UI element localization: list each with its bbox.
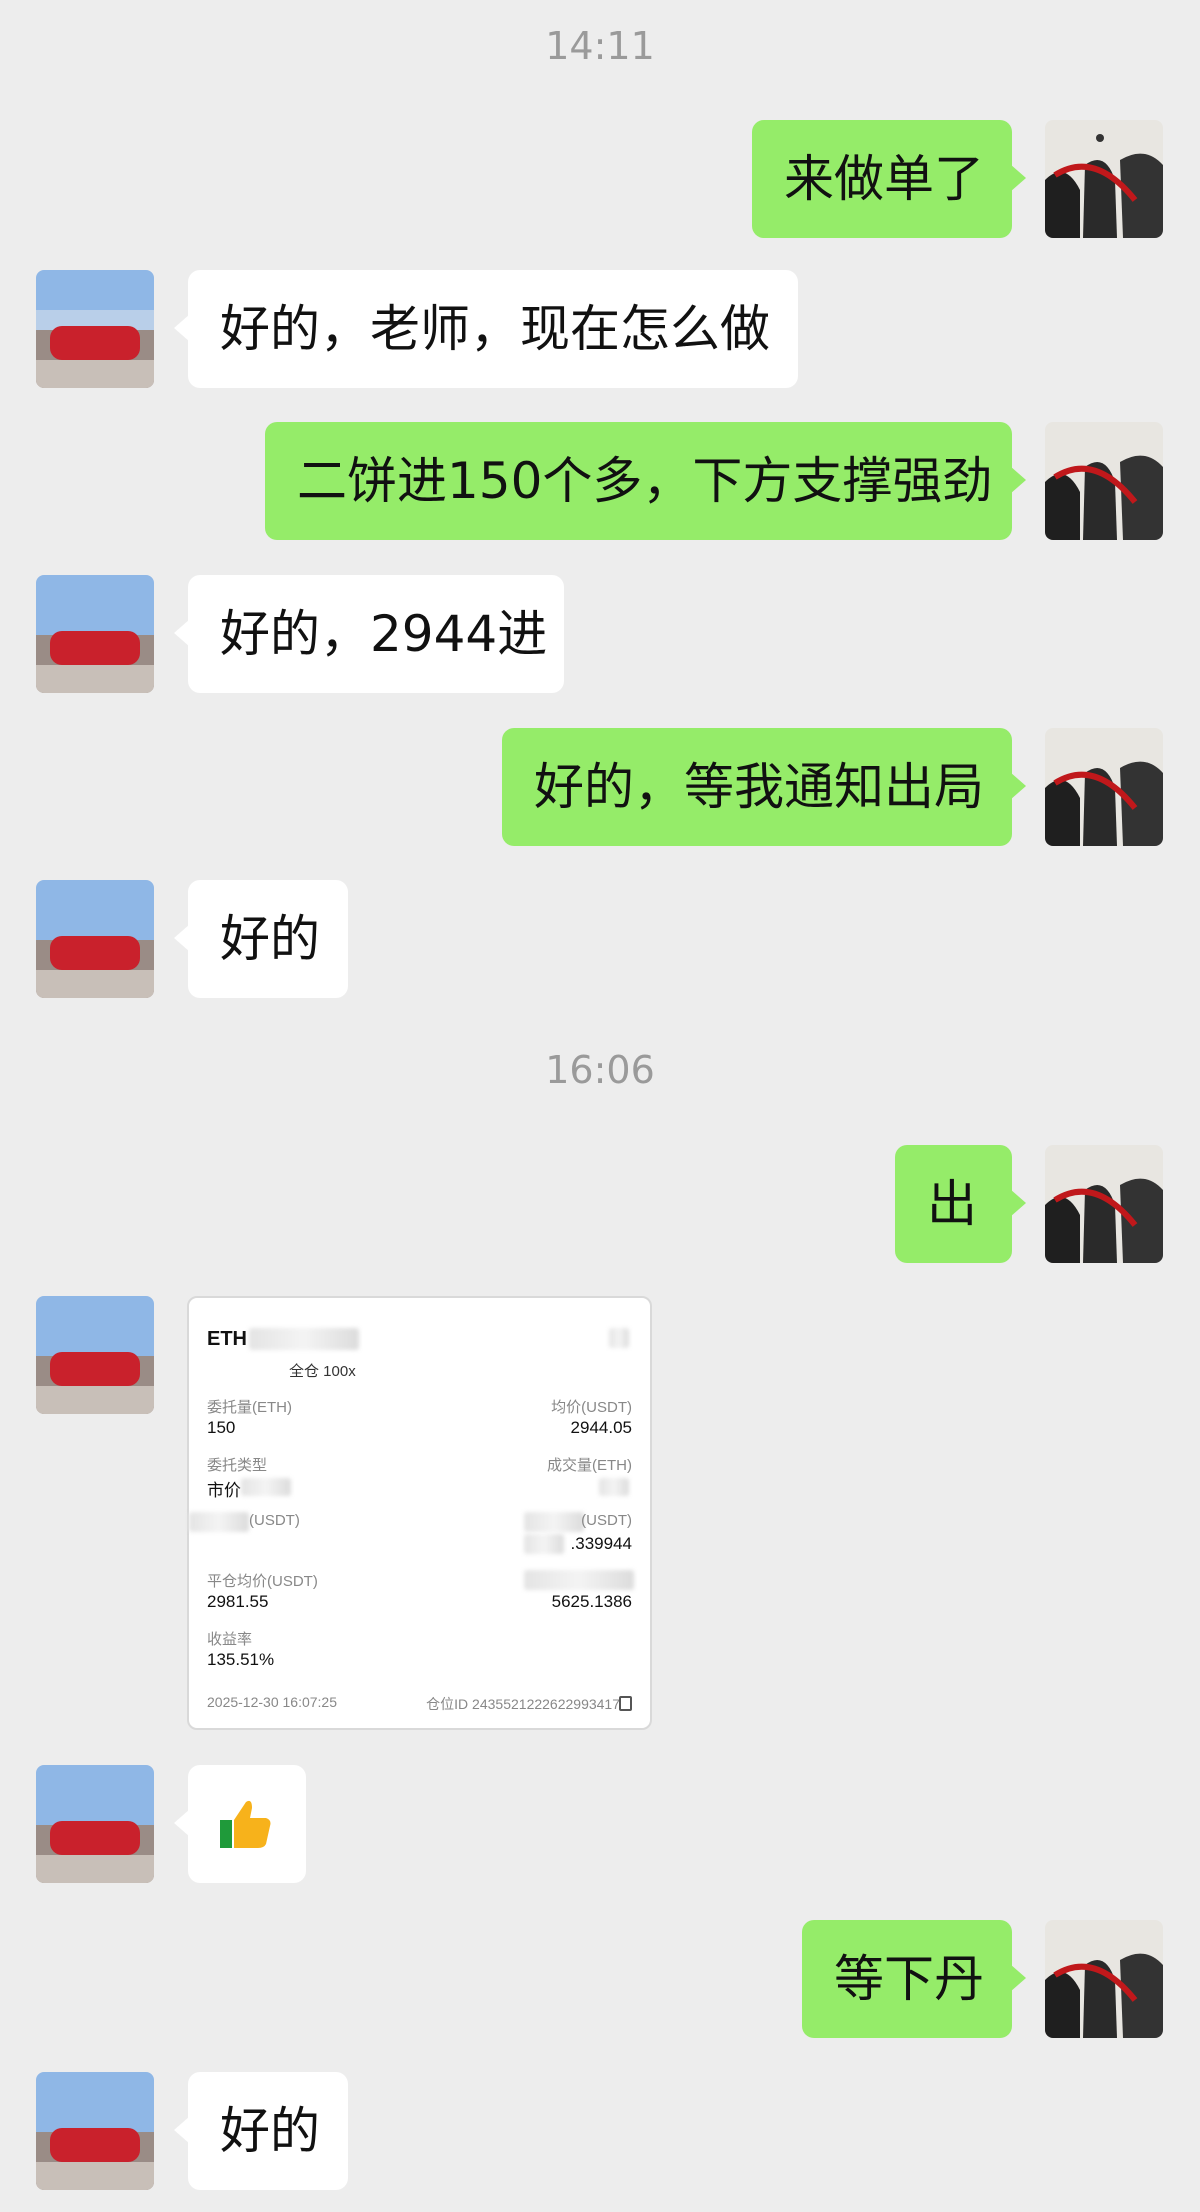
my-avatar[interactable] — [1045, 422, 1163, 540]
symbol: ETH — [207, 1328, 247, 1350]
contact-avatar[interactable] — [36, 270, 154, 388]
message-bubble-sent[interactable]: 好的，等我通知出局 — [502, 728, 1026, 846]
timestamp: 14:11 — [545, 24, 655, 68]
order-time: 2025-12-30 16:07:25 — [207, 1694, 337, 1710]
ink-painting-icon — [1045, 1145, 1163, 1263]
red-car-photo-icon — [36, 2072, 154, 2190]
thumbs-up-icon — [220, 1800, 271, 1848]
my-avatar[interactable] — [1045, 728, 1163, 846]
redacted-blur — [599, 1478, 629, 1496]
yield: 135.51% — [207, 1650, 275, 1669]
copy-icon[interactable] — [619, 1696, 632, 1711]
redacted-blur — [524, 1534, 564, 1554]
my-avatar[interactable] — [1045, 1920, 1163, 2038]
redacted-blur — [249, 1328, 359, 1350]
message-bubble-sent[interactable]: 等下丹 — [802, 1920, 1026, 2038]
message-bubble-received[interactable]: 好的，老师，现在怎么做 — [174, 270, 798, 388]
order-type-label: 委托类型 — [207, 1457, 268, 1474]
filled-label: 成交量(ETH) — [547, 1457, 632, 1474]
message-bubble-received[interactable]: 好的，2944进 — [174, 575, 564, 693]
contact-avatar[interactable] — [36, 1765, 154, 1883]
yield-label: 收益率 — [207, 1631, 253, 1648]
redacted-blur — [524, 1570, 634, 1590]
message-bubble-sent[interactable]: 二饼进150个多，下方支撑强劲 — [265, 422, 1026, 540]
order-type: 市价 — [207, 1481, 241, 1500]
position-id: 仓位ID 2435521222622993417 — [426, 1696, 620, 1712]
redacted-blur — [609, 1328, 629, 1348]
message-bubble-sent[interactable]: 出 — [895, 1145, 1026, 1263]
message-bubble-received[interactable]: 好的 — [174, 2072, 348, 2190]
order-screenshot-card[interactable]: ETH 全仓 100x 委托量(ETH) 150 均价(USDT) 2944.0… — [187, 1296, 652, 1730]
redacted-blur — [241, 1478, 291, 1496]
message-bubble-sent[interactable]: 来做单了 — [752, 120, 1026, 238]
pnl-label: (USDT) — [581, 1512, 632, 1529]
ink-painting-icon — [1045, 728, 1163, 846]
redacted-blur — [524, 1512, 584, 1532]
red-car-photo-icon — [36, 880, 154, 998]
contact-avatar[interactable] — [36, 1296, 154, 1414]
message-bubble-received[interactable]: 好的 — [174, 880, 348, 998]
ink-painting-icon — [1045, 422, 1163, 540]
contact-avatar[interactable] — [36, 575, 154, 693]
order-qty-label: 委托量(ETH) — [207, 1399, 292, 1416]
contact-avatar[interactable] — [36, 880, 154, 998]
message-bubble-received[interactable] — [174, 1765, 306, 1883]
order-qty: 150 — [207, 1418, 236, 1437]
close-avg: 2981.55 — [207, 1592, 269, 1611]
red-car-photo-icon — [36, 575, 154, 693]
fee-label: (USDT) — [249, 1512, 300, 1529]
open-avg: 2944.05 — [570, 1418, 632, 1437]
red-car-photo-icon — [36, 1296, 154, 1414]
red-car-photo-icon — [36, 270, 154, 388]
my-avatar[interactable] — [1045, 120, 1163, 238]
my-avatar[interactable] — [1045, 1145, 1163, 1263]
margin-mode: 全仓 100x — [289, 1363, 356, 1380]
close-avg-label: 平仓均价(USDT) — [207, 1573, 318, 1590]
contact-avatar[interactable] — [36, 2072, 154, 2190]
open-avg-label: 均价(USDT) — [551, 1399, 632, 1416]
ink-painting-icon — [1045, 120, 1163, 238]
ink-painting-icon — [1045, 1920, 1163, 2038]
right-value: 5625.1386 — [551, 1592, 632, 1611]
pnl: .339944 — [570, 1534, 632, 1553]
redacted-blur — [189, 1512, 249, 1532]
timestamp: 16:06 — [545, 1048, 655, 1092]
red-car-photo-icon — [36, 1765, 154, 1883]
